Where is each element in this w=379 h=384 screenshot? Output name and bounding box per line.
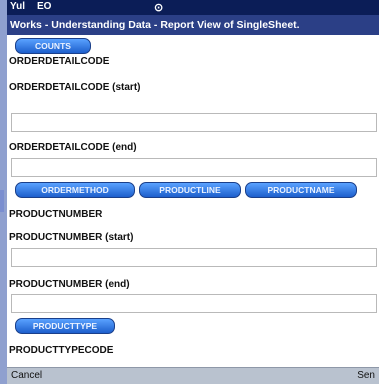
orderdetailcode-end-input[interactable] xyxy=(11,158,377,177)
orderdetailcode-end-label: ORDERDETAILCODE (end) xyxy=(9,142,137,153)
productnumber-start-label: PRODUCTNUMBER (start) xyxy=(9,232,134,243)
productnumber-end-input[interactable] xyxy=(11,294,377,313)
device-screen: Yul EO ⊙ Works - Understanding Data - Re… xyxy=(7,0,379,384)
compass-icon: ⊙ xyxy=(154,2,164,14)
productnumber-label: PRODUCTNUMBER xyxy=(9,209,103,220)
signal-indicator: Yul xyxy=(10,1,26,12)
orderdetailcode-start-label: ORDERDETAILCODE (start) xyxy=(9,82,141,93)
productnumber-start-input[interactable] xyxy=(11,248,377,267)
cancel-softkey[interactable]: Cancel xyxy=(11,370,42,381)
send-softkey[interactable]: Sen xyxy=(357,370,375,381)
productname-button[interactable]: PRODUCTNAME xyxy=(245,182,357,198)
counts-button[interactable]: COUNTS xyxy=(15,38,91,54)
productnumber-end-label: PRODUCTNUMBER (end) xyxy=(9,279,130,290)
ordermethod-button[interactable]: ORDERMETHOD xyxy=(15,182,135,198)
softkey-bar: Cancel Sen xyxy=(7,367,379,384)
scroll-indicator xyxy=(0,190,4,212)
orderdetailcode-label: ORDERDETAILCODE xyxy=(9,56,110,67)
network-indicator: EO xyxy=(37,1,52,12)
status-bar: Yul EO ⊙ xyxy=(7,0,379,15)
orderdetailcode-start-input[interactable] xyxy=(11,113,377,132)
producttype-button[interactable]: PRODUCTTYPE xyxy=(15,318,115,334)
producttypecode-label: PRODUCTTYPECODE xyxy=(9,345,114,356)
productline-button[interactable]: PRODUCTLINE xyxy=(139,182,241,198)
window-title: Works - Understanding Data - Report View… xyxy=(7,15,379,35)
